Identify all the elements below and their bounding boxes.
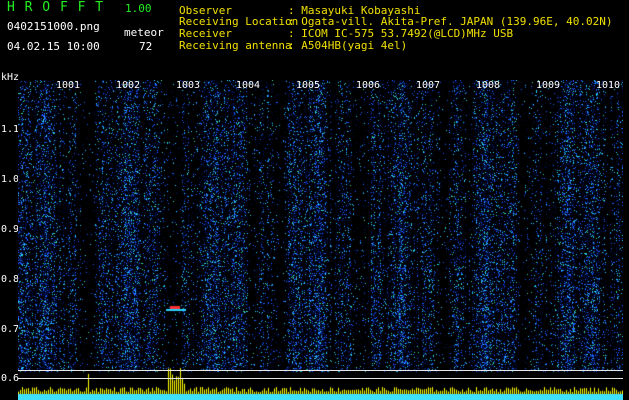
antenna-label: Receiving antenna: [179, 39, 292, 52]
time-label: 1003: [176, 80, 201, 91]
time-label: 1006: [356, 80, 381, 91]
spectrogram-window: H R O F F T 1.00 0402151000.png 04.02.15…: [0, 0, 629, 400]
time-label: 1008: [476, 80, 501, 91]
antenna-value: : A504HB(yagi 4el): [288, 39, 408, 52]
y-tick-label: 0.6: [1, 373, 20, 384]
y-tick-label: 0.9: [1, 224, 20, 235]
y-tick-label: 1.0: [1, 174, 20, 185]
reference-line-upper: [18, 370, 623, 371]
date-time: 04.02.15 10:00: [7, 40, 100, 53]
file-name: 0402151000.png: [7, 20, 100, 33]
y-tick-label: 0.7: [1, 324, 20, 335]
time-label: 1007: [416, 80, 441, 91]
time-label: 1002: [116, 80, 141, 91]
spectrogram-canvas: [18, 80, 623, 400]
y-tick-label: 1.1: [1, 124, 20, 135]
meteor-count-value: 72: [139, 40, 153, 53]
reference-line-lower: [18, 378, 623, 379]
time-label: 1009: [536, 80, 561, 91]
time-label: 1010: [596, 80, 621, 91]
y-axis-unit: kHz: [1, 72, 20, 83]
meteor-count-label: meteor: [124, 26, 164, 39]
app-version: 1.00: [125, 2, 152, 15]
time-label: 1005: [296, 80, 321, 91]
time-label: 1001: [56, 80, 81, 91]
app-name: H R O F F T: [7, 0, 105, 15]
time-label: 1004: [236, 80, 261, 91]
y-tick-label: 0.8: [1, 274, 20, 285]
